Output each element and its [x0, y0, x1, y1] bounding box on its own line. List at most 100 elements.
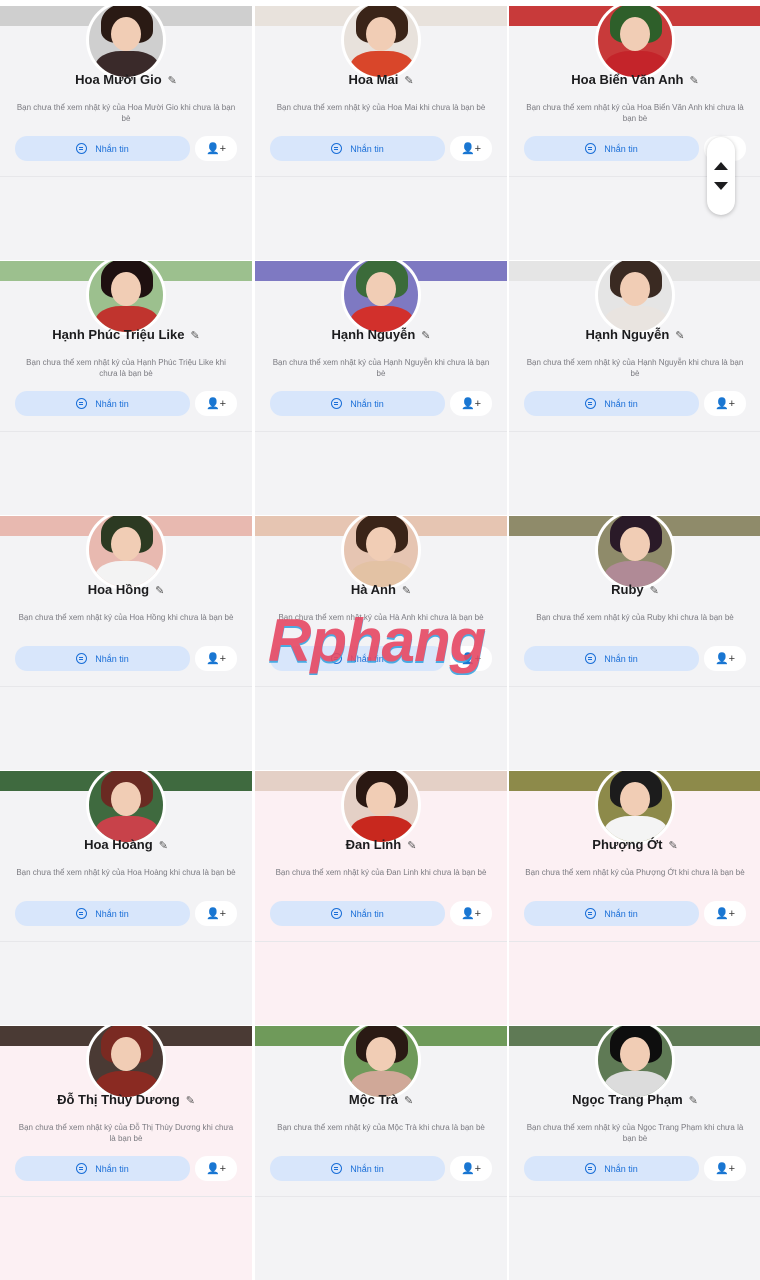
divider: [0, 686, 252, 687]
privacy-message: Bạn chưa thể xem nhật ký của Hoa Hồng kh…: [18, 613, 234, 622]
message-button[interactable]: Nhắn tin: [270, 136, 445, 161]
chat-bubble-icon: [585, 1163, 597, 1174]
add-friend-button[interactable]: 👤+: [704, 901, 746, 926]
privacy-message: Bạn chưa thể xem nhật ký của Hoa Hoàng k…: [16, 868, 236, 877]
avatar[interactable]: [86, 516, 166, 590]
profile-card: Đan Linh ✎ Bạn chưa thể xem nhật ký của Đ…: [255, 771, 507, 1025]
avatar[interactable]: [86, 6, 166, 80]
profile-name: Hạnh Nguyễn ✎: [585, 327, 685, 342]
chat-bubble-icon: [585, 653, 597, 664]
avatar[interactable]: [595, 1026, 675, 1100]
divider: [255, 686, 507, 687]
edit-pencil-icon[interactable]: ✎: [675, 329, 684, 342]
add-friend-button[interactable]: 👤+: [450, 1156, 492, 1181]
edit-pencil-icon[interactable]: ✎: [689, 1094, 698, 1107]
message-button[interactable]: Nhắn tin: [270, 391, 445, 416]
avatar[interactable]: [595, 516, 675, 590]
add-user-icon: 👤+: [714, 398, 736, 410]
edit-pencil-icon[interactable]: ✎: [650, 584, 659, 597]
chat-bubble-icon: [76, 398, 88, 409]
add-friend-button[interactable]: 👤+: [195, 646, 237, 671]
message-button[interactable]: Nhắn tin: [15, 391, 190, 416]
avatar[interactable]: [341, 261, 421, 335]
profile-name: Hoa Hồng ✎: [87, 582, 165, 597]
scroll-control[interactable]: [707, 137, 735, 215]
privacy-message: Bạn chưa thể xem nhật ký của Hạnh Phúc T…: [26, 358, 226, 378]
edit-pencil-icon[interactable]: ✎: [689, 74, 698, 87]
divider: [509, 431, 760, 432]
profile-card: Đỗ Thị Thùy Dương ✎ Bạn chưa thể xem nhật…: [0, 1026, 252, 1280]
chat-bubble-icon: [76, 653, 88, 664]
profile-name: Hạnh Phúc Triệu Like ✎: [52, 327, 200, 342]
message-button[interactable]: Nhắn tin: [15, 136, 190, 161]
profile-name: Đỗ Thị Thùy Dương ✎: [57, 1092, 195, 1107]
edit-pencil-icon[interactable]: ✎: [402, 584, 411, 597]
edit-pencil-icon[interactable]: ✎: [404, 74, 413, 87]
profile-card: Hạnh Nguyễn ✎ Bạn chưa thể xem nhật ký củ…: [255, 261, 507, 515]
privacy-message: Bạn chưa thể xem nhật ký của Mộc Trà khi…: [277, 1123, 485, 1132]
profile-card: Hoa Mười Gio ✎ Bạn chưa thể xem nhật ký c…: [0, 6, 252, 260]
divider: [255, 431, 507, 432]
avatar[interactable]: [595, 261, 675, 335]
message-button[interactable]: Nhắn tin: [270, 1156, 445, 1181]
message-button[interactable]: Nhắn tin: [524, 391, 699, 416]
divider: [255, 941, 507, 942]
edit-pencil-icon[interactable]: ✎: [407, 839, 416, 852]
privacy-message: Bạn chưa thể xem nhật ký của Phượng Ớt k…: [525, 868, 745, 877]
privacy-message: Bạn chưa thể xem nhật ký của Hạnh Nguyễn…: [526, 358, 744, 378]
chat-bubble-icon: [76, 143, 88, 154]
profile-card: Hạnh Nguyễn ✎ Bạn chưa thể xem nhật ký củ…: [509, 261, 760, 515]
edit-pencil-icon[interactable]: ✎: [186, 1094, 195, 1107]
add-friend-button[interactable]: 👤+: [450, 391, 492, 416]
edit-pencil-icon[interactable]: ✎: [668, 839, 677, 852]
profile-name: Hoa Biển Văn Anh ✎: [571, 72, 699, 87]
edit-pencil-icon[interactable]: ✎: [155, 584, 164, 597]
divider: [509, 941, 760, 942]
add-friend-button[interactable]: 👤+: [450, 901, 492, 926]
chat-bubble-icon: [585, 398, 597, 409]
add-user-icon: 👤+: [205, 143, 227, 155]
chat-bubble-icon: [76, 908, 88, 919]
avatar[interactable]: [341, 516, 421, 590]
edit-pencil-icon[interactable]: ✎: [404, 1094, 413, 1107]
message-button[interactable]: Nhắn tin: [15, 646, 190, 671]
add-friend-button[interactable]: 👤+: [450, 136, 492, 161]
add-friend-button[interactable]: 👤+: [195, 136, 237, 161]
edit-pencil-icon[interactable]: ✎: [421, 329, 430, 342]
edit-pencil-icon[interactable]: ✎: [159, 839, 168, 852]
message-button[interactable]: Nhắn tin: [270, 901, 445, 926]
profile-name: Ruby ✎: [611, 582, 659, 597]
avatar[interactable]: [341, 771, 421, 845]
avatar[interactable]: [595, 771, 675, 845]
add-friend-button[interactable]: 👤+: [704, 391, 746, 416]
message-button[interactable]: Nhắn tin: [15, 901, 190, 926]
message-button[interactable]: Nhắn tin: [524, 646, 699, 671]
profile-card: Hạnh Phúc Triệu Like ✎ Bạn chưa thể xem n…: [0, 261, 252, 515]
scroll-up-icon[interactable]: [714, 162, 728, 170]
add-friend-button[interactable]: 👤+: [195, 391, 237, 416]
avatar[interactable]: [595, 6, 675, 80]
chat-bubble-icon: [331, 1163, 343, 1174]
avatar[interactable]: [86, 1026, 166, 1100]
add-friend-button[interactable]: 👤+: [704, 1156, 746, 1181]
message-button[interactable]: Nhắn tin: [524, 1156, 699, 1181]
message-button[interactable]: Nhắn tin: [15, 1156, 190, 1181]
profile-name: Mộc Trà ✎: [348, 1092, 414, 1107]
divider: [0, 431, 252, 432]
avatar[interactable]: [86, 261, 166, 335]
divider: [509, 1196, 760, 1197]
avatar[interactable]: [86, 771, 166, 845]
chat-bubble-icon: [585, 143, 597, 154]
scroll-down-icon[interactable]: [714, 182, 728, 190]
add-user-icon: 👤+: [205, 1163, 227, 1175]
add-friend-button[interactable]: 👤+: [195, 1156, 237, 1181]
edit-pencil-icon[interactable]: ✎: [190, 329, 199, 342]
add-friend-button[interactable]: 👤+: [704, 646, 746, 671]
message-button[interactable]: Nhắn tin: [524, 136, 699, 161]
message-button[interactable]: Nhắn tin: [524, 901, 699, 926]
add-friend-button[interactable]: 👤+: [195, 901, 237, 926]
profile-name: Hoa Mai ✎: [348, 72, 414, 87]
edit-pencil-icon[interactable]: ✎: [168, 74, 177, 87]
avatar[interactable]: [341, 6, 421, 80]
avatar[interactable]: [341, 1026, 421, 1100]
